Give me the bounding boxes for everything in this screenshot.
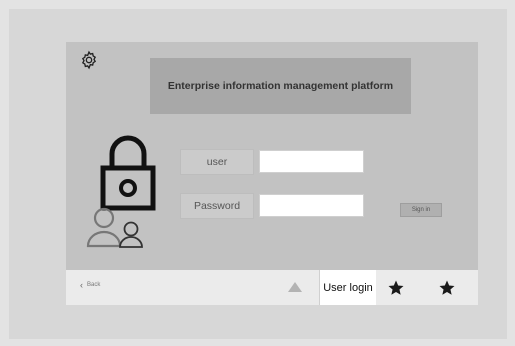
back-button[interactable]: ‹ Back (80, 280, 100, 290)
sign-in-button[interactable]: Sign in (400, 203, 442, 217)
lock-icon (100, 135, 156, 211)
gear-icon[interactable] (79, 50, 99, 70)
chevron-left-icon: ‹ (80, 280, 83, 290)
page-title: Enterprise information management platfo… (150, 58, 411, 114)
triangle-up-icon[interactable] (288, 282, 302, 292)
users-icon (86, 207, 143, 248)
password-label: Password (180, 193, 254, 219)
bottom-bar: ‹ Back User login (66, 270, 478, 305)
back-label: Back (87, 282, 101, 288)
user-label: user (180, 149, 254, 175)
star-icon[interactable] (438, 279, 456, 297)
login-screen: Enterprise information management platfo… (66, 42, 478, 305)
password-input[interactable] (259, 194, 364, 217)
star-icon[interactable] (387, 279, 405, 297)
tab-user-login[interactable]: User login (319, 270, 376, 305)
user-input[interactable] (259, 150, 364, 173)
